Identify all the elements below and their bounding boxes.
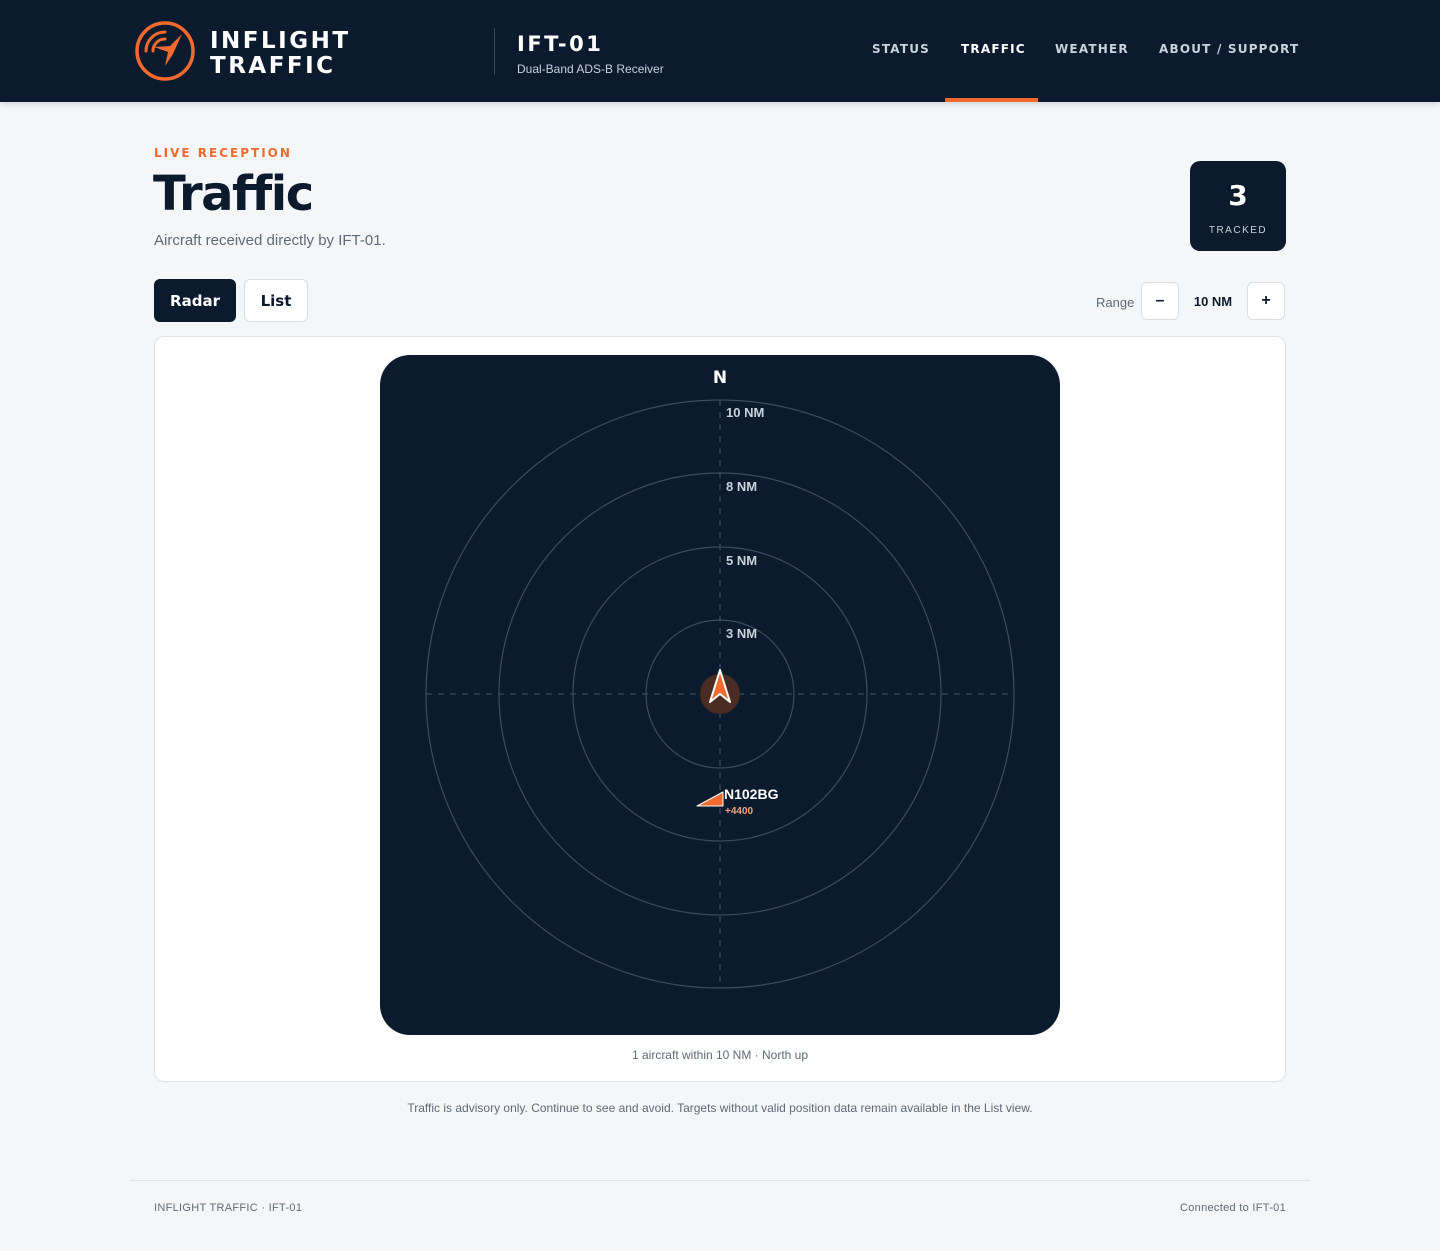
traffic-callsign: N102BG xyxy=(724,786,779,802)
radar-scope: N 10 NM 8 NM 5 NM 3 NM N102BG +4400 xyxy=(380,355,1060,1035)
active-nav-indicator xyxy=(945,98,1038,102)
traffic-altitude: +4400 xyxy=(725,806,754,817)
range-label: Range xyxy=(1096,295,1135,310)
tracked-label: TRACKED xyxy=(1208,225,1268,236)
nav-about-support[interactable]: ABOUT / SUPPORT xyxy=(1159,42,1299,56)
top-bar: INFLIGHT TRAFFIC IFT-01 Dual-Band ADS-B … xyxy=(0,0,1440,102)
connection-status: Connected to IFT-01 xyxy=(1180,1202,1286,1214)
brand-name[interactable]: INFLIGHT TRAFFIC xyxy=(210,29,351,79)
tracked-count: 3 xyxy=(1228,179,1248,212)
nav-weather[interactable]: WEATHER xyxy=(1055,42,1129,56)
ring-label-8nm: 8 NM xyxy=(726,479,757,494)
section-eyebrow: LIVE RECEPTION xyxy=(154,146,292,160)
range-increase-button[interactable]: + xyxy=(1247,282,1285,320)
ring-label-3nm: 3 NM xyxy=(726,626,757,641)
advisory-note: Traffic is advisory only. Continue to se… xyxy=(407,1101,1033,1115)
page-title: Traffic xyxy=(153,166,314,222)
radar-caption: 1 aircraft within 10 NM · North up xyxy=(631,1048,809,1062)
page-subtitle: Aircraft received directly by IFT-01. xyxy=(154,232,386,249)
north-label: N xyxy=(713,368,727,388)
tracked-count-badge: 3 TRACKED xyxy=(1190,161,1286,251)
range-value: 10 NM xyxy=(1193,294,1233,309)
device-subtitle: Dual-Band ADS-B Receiver xyxy=(517,62,664,76)
ring-label-5nm: 5 NM xyxy=(726,553,757,568)
tab-list[interactable]: List xyxy=(244,279,308,322)
range-decrease-button[interactable]: – xyxy=(1141,282,1179,320)
footer-divider xyxy=(130,1180,1310,1181)
nav-status[interactable]: STATUS xyxy=(872,42,930,56)
ring-label-10nm: 10 NM xyxy=(726,405,764,420)
brand-line-2: TRAFFIC xyxy=(210,53,336,79)
nav-traffic[interactable]: TRAFFIC xyxy=(961,42,1026,56)
tab-radar[interactable]: Radar xyxy=(154,279,236,322)
device-id: IFT-01 xyxy=(517,32,604,56)
header-divider xyxy=(494,28,495,75)
footer-brand: INFLIGHT TRAFFIC · IFT-01 xyxy=(154,1202,303,1214)
radar-logo-icon xyxy=(135,21,195,81)
brand-line-1: INFLIGHT xyxy=(210,28,351,54)
